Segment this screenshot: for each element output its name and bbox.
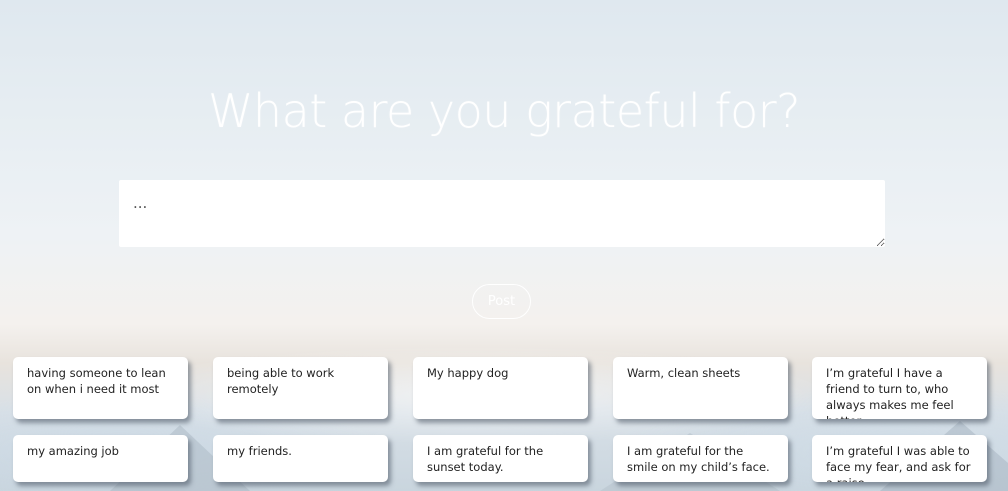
gratitude-card-text: my amazing job [27,444,119,458]
gratitude-card-text: having someone to lean on when i need it… [27,366,166,396]
gratitude-card: Warm, clean sheets [613,357,788,419]
gratitude-input[interactable] [119,180,885,247]
post-button[interactable]: Post [472,284,531,319]
gratitude-card-text: I am grateful for the smile on my child’… [627,444,770,474]
gratitude-card: I am grateful for the sunset today. [413,435,588,482]
gratitude-card-text: being able to work remotely [227,366,335,396]
gratitude-card-text: I’m grateful I was able to face my fear,… [826,444,971,482]
gratitude-card-text: My happy dog [427,366,509,380]
page-title: What are you grateful for? [207,84,801,138]
gratitude-card: having someone to lean on when i need it… [13,357,188,419]
gratitude-card: my friends. [213,435,388,482]
gratitude-card: my amazing job [13,435,188,482]
gratitude-card: My happy dog [413,357,588,419]
gratitude-card: being able to work remotely [213,357,388,419]
gratitude-card: I am grateful for the smile on my child’… [613,435,788,482]
gratitude-card-text: my friends. [227,444,292,458]
gratitude-card-text: I’m grateful I have a friend to turn to,… [826,366,954,419]
gratitude-card: I’m grateful I was able to face my fear,… [812,435,987,482]
gratitude-card-text: I am grateful for the sunset today. [427,444,544,474]
gratitude-card-text: Warm, clean sheets [627,366,741,380]
gratitude-card: I’m grateful I have a friend to turn to,… [812,357,987,419]
